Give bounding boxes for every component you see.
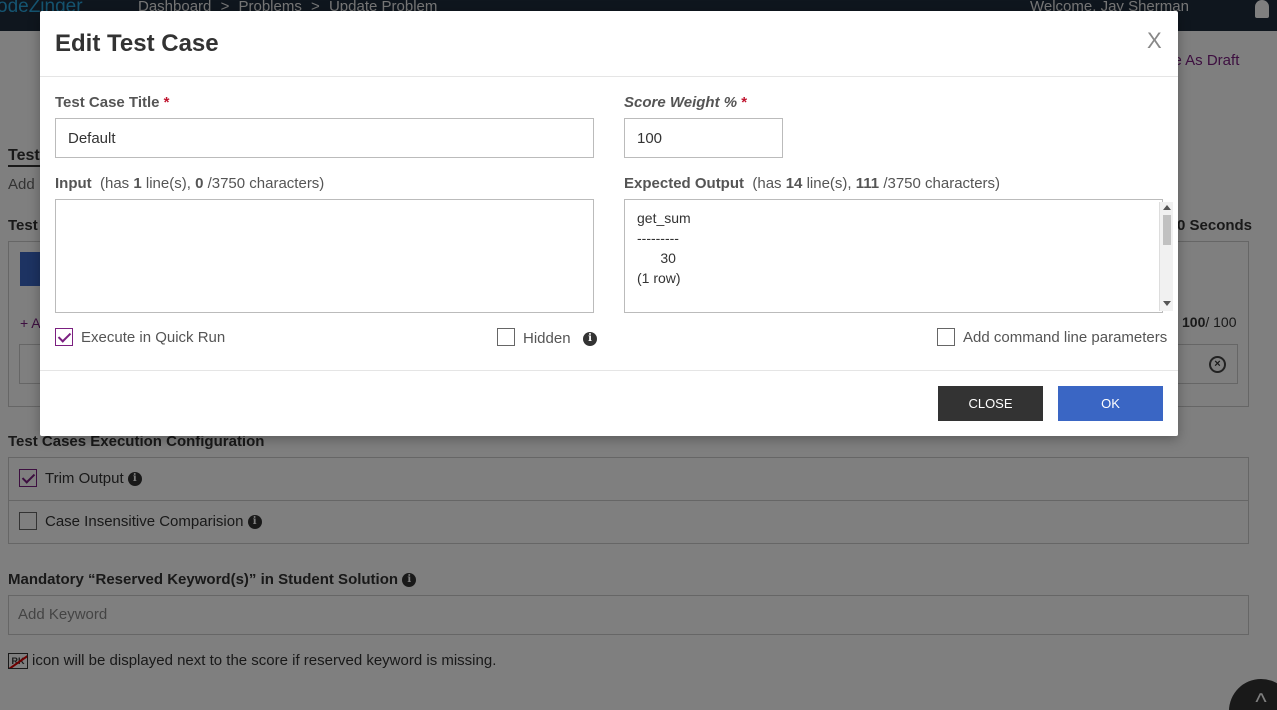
cmd-params-checkbox[interactable] [937,328,955,346]
close-button[interactable]: CLOSE [938,386,1043,421]
input-stats-prefix: (has [100,175,130,192]
input-char-count: 0 [195,175,204,192]
close-icon[interactable]: X [1147,28,1162,54]
test-case-title-label-text: Test Case Title [55,94,160,111]
modal-footer-divider [40,370,1178,371]
expected-output-textarea[interactable]: get_sum --------- 30 (1 row) [624,199,1163,313]
input-line-count: 1 [133,175,142,192]
required-marker: * [163,94,170,111]
expected-output-label: Expected Output (has 14 line(s), 111 /37… [624,175,1000,192]
scroll-up-arrow-icon[interactable] [1163,205,1171,210]
hidden-checkbox[interactable] [497,328,515,346]
score-weight-label: Score Weight % * [624,94,747,111]
hidden-label[interactable]: Hidden i [523,330,598,347]
score-weight-input[interactable] [624,118,783,158]
score-weight-label-text: Score Weight % [624,94,738,111]
input-chars-suffix: /3750 characters) [207,175,325,192]
modal-header: Edit Test Case X [40,11,1178,77]
scroll-thumb[interactable] [1163,215,1171,245]
expected-chars-suffix: /3750 characters) [883,175,1001,192]
expected-stats-prefix: (has [752,175,782,192]
expected-char-count: 111 [855,175,880,192]
required-marker: * [741,94,748,111]
info-icon[interactable]: i [583,332,598,347]
expected-line-count: 14 [785,175,803,192]
input-lines-suffix: line(s), [145,175,191,192]
test-case-title-input[interactable] [55,118,594,158]
expected-output-scrollbar[interactable] [1159,202,1173,311]
cmd-params-label[interactable]: Add command line parameters [963,329,1167,346]
execute-quick-run-label[interactable]: Execute in Quick Run [81,329,225,346]
input-label-text: Input [55,175,92,192]
ok-button[interactable]: OK [1058,386,1163,421]
modal-title: Edit Test Case [55,30,219,57]
scroll-down-arrow-icon[interactable] [1163,301,1171,306]
input-textarea[interactable] [55,199,594,313]
expected-output-label-text: Expected Output [624,175,745,192]
test-case-title-label: Test Case Title * [55,94,170,111]
execute-quick-run-checkbox[interactable] [55,328,73,346]
hidden-label-text: Hidden [523,330,571,347]
input-label: Input (has 1 line(s), 0 /3750 characters… [55,175,324,192]
edit-test-case-modal: Edit Test Case X Test Case Title * Score… [40,11,1178,436]
expected-lines-suffix: line(s), [806,175,852,192]
